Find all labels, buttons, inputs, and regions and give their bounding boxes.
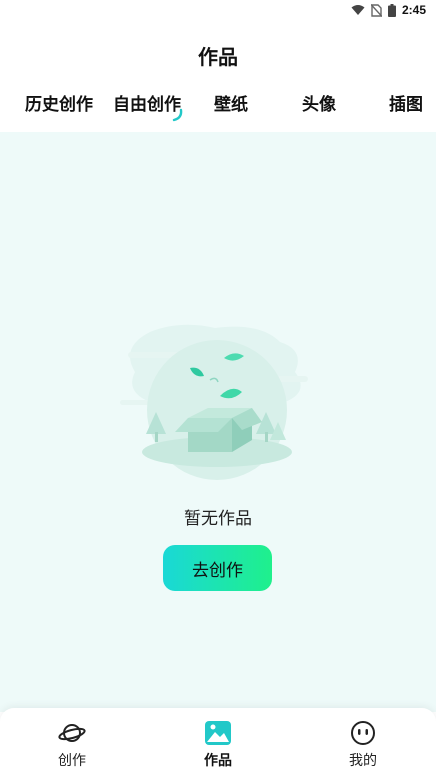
tab-avatar[interactable]: 头像: [302, 88, 336, 122]
nav-label-mine: 我的: [349, 753, 377, 769]
status-bar: 2:45: [0, 0, 436, 20]
page-title: 作品: [198, 44, 238, 69]
nav-label-works: 作品: [204, 753, 232, 769]
gallery-icon: [205, 721, 231, 745]
nav-item-create[interactable]: 创作: [32, 720, 112, 772]
nav-label-create: 创作: [58, 753, 86, 769]
profile-icon: [351, 721, 375, 745]
battery-icon: [387, 3, 396, 17]
nav-item-mine[interactable]: 我的: [323, 720, 403, 772]
tab-illustration[interactable]: 插图: [389, 88, 423, 122]
tab-history-creation[interactable]: 历史创作: [25, 88, 93, 122]
tab-bar: 历史创作 自由创作 壁纸 头像 插图: [0, 88, 436, 122]
no-sim-icon: [370, 3, 382, 17]
planet-icon: [58, 724, 86, 742]
wifi-icon: [351, 5, 365, 15]
empty-box-icon: [120, 324, 308, 480]
tab-active-indicator: [172, 108, 183, 122]
status-time: 2:45: [401, 3, 426, 17]
empty-state-message: 暂无作品: [184, 509, 252, 529]
tab-wallpaper[interactable]: 壁纸: [214, 88, 248, 122]
bottom-nav: 创作 作品 我的: [0, 708, 436, 776]
works-content-area: 暂无作品 去创作: [0, 132, 436, 712]
go-create-button[interactable]: 去创作: [163, 545, 272, 591]
nav-item-works[interactable]: 作品: [178, 720, 258, 772]
